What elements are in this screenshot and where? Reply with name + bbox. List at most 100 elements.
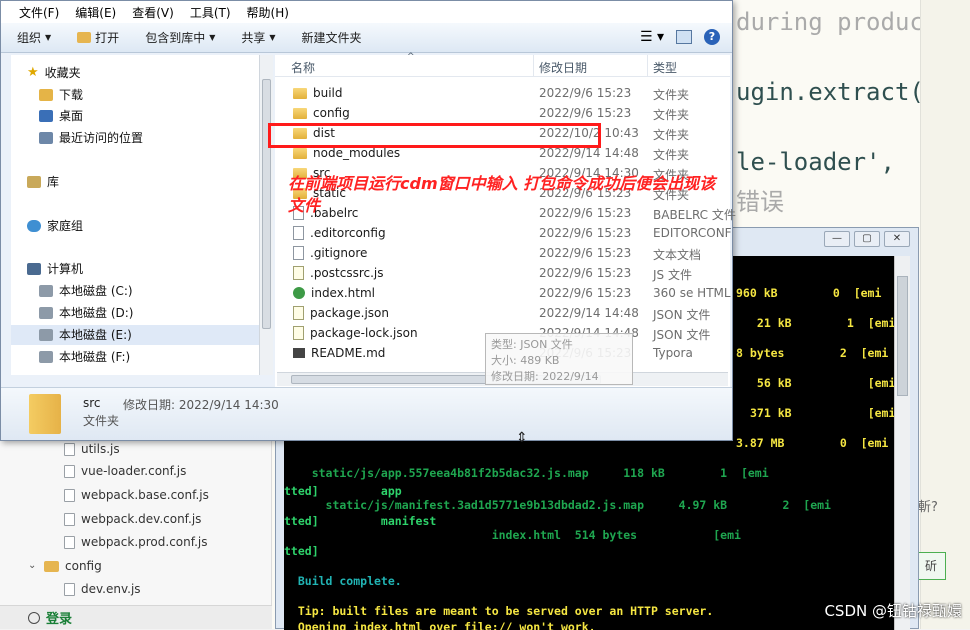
console-scrollbar[interactable]	[894, 256, 910, 630]
nav-favorites[interactable]: ★ 收藏夹	[27, 63, 81, 83]
file-row-package-json[interactable]: package.json 2022/9/14 14:48 JSON 文件	[275, 303, 730, 323]
console-line: 56 kB [emi	[750, 376, 896, 390]
share-button[interactable]: 共享 ▼	[241, 29, 275, 46]
organize-button[interactable]: 组织 ▼	[17, 29, 51, 46]
nav-downloads[interactable]: 下载	[39, 85, 83, 105]
code-line: ugin.extract(	[736, 78, 924, 106]
nav-scrollbar[interactable]	[259, 55, 273, 375]
nav-libraries[interactable]: 库	[27, 172, 59, 192]
console-line: 21 kB 1 [emi	[750, 316, 896, 330]
menu-file[interactable]: 文件(F)	[11, 4, 67, 21]
folder-icon	[44, 560, 59, 572]
file-icon	[293, 246, 304, 260]
console-line: 960 kB 0 [emi	[736, 286, 882, 300]
view-options-icon[interactable]: ☰ ▾	[640, 29, 664, 45]
column-date[interactable]: 修改日期	[539, 59, 587, 76]
dialog-fragment-button[interactable]: 斫	[916, 552, 946, 580]
column-divider[interactable]	[647, 55, 648, 77]
file-name: config	[293, 106, 350, 120]
code-line: during produc	[736, 8, 924, 36]
login-bar[interactable]: 登录	[0, 605, 272, 629]
file-name: README.md	[293, 346, 385, 360]
watermark: CSDN @钮钴禄甄嬛	[824, 602, 962, 620]
scrollbar-thumb[interactable]	[262, 79, 271, 329]
console-line: tted] manifest	[284, 514, 437, 528]
tree-file[interactable]: utils.js	[64, 438, 120, 460]
homegroup-icon	[27, 220, 41, 232]
file-type: JS 文件	[653, 268, 692, 282]
file-row-config[interactable]: config 2022/9/6 15:23 文件夹	[275, 103, 730, 123]
script-file-icon	[293, 266, 304, 280]
drive-icon	[39, 307, 53, 319]
file-icon	[64, 582, 75, 596]
console-line: 371 kB [emi	[750, 406, 896, 420]
window-controls: — ▢ ✕	[824, 231, 910, 247]
tree-file[interactable]: webpack.base.conf.js	[64, 484, 209, 506]
chevron-down-icon: ▼	[45, 33, 52, 42]
nav-drive-e[interactable]: 本地磁盘 (E:)	[11, 325, 259, 345]
minimize-button[interactable]: —	[824, 231, 850, 247]
maximize-button[interactable]: ▢	[854, 231, 880, 247]
open-button[interactable]: 打开	[77, 29, 119, 46]
file-row-build[interactable]: build 2022/9/6 15:23 文件夹	[275, 83, 730, 103]
html-file-icon	[293, 287, 305, 299]
file-explorer-window: 文件(F) 编辑(E) 查看(V) 工具(T) 帮助(H) 组织 ▼ 打开 包含到…	[0, 0, 736, 441]
include-library-button[interactable]: 包含到库中 ▼	[145, 29, 215, 46]
folder-icon	[293, 147, 307, 159]
editor-minimap[interactable]	[920, 0, 970, 629]
menu-tools[interactable]: 工具(T)	[182, 4, 239, 21]
chevron-down-icon: ▼	[269, 33, 276, 42]
close-button[interactable]: ✕	[884, 231, 910, 247]
nav-computer[interactable]: 计算机	[27, 259, 83, 279]
star-icon: ★	[27, 65, 39, 80]
dialog-fragment-text: 斬?	[918, 500, 938, 515]
code-line: le-loader',	[736, 148, 895, 176]
file-type: EDITORCONF	[653, 226, 732, 240]
help-icon[interactable]: ?	[704, 29, 720, 45]
file-type: JSON 文件	[653, 308, 711, 322]
tree-file[interactable]: dev.env.js	[64, 578, 141, 600]
console-line: tted]	[284, 544, 319, 558]
navigation-pane: ★ 收藏夹 下载 桌面 最近访问的位置 库 家庭组 计算机 本地磁盘 (C:) 本…	[11, 55, 259, 375]
menu-help[interactable]: 帮助(H)	[239, 4, 297, 21]
scrollbar-thumb[interactable]	[897, 276, 908, 396]
file-name: index.html	[293, 286, 375, 300]
markdown-file-icon	[293, 348, 305, 358]
nav-drive-d[interactable]: 本地磁盘 (D:)	[39, 303, 133, 323]
file-date: 2022/9/6 15:23	[539, 86, 632, 100]
file-icon	[64, 442, 75, 456]
resize-cursor-icon: ⇕	[516, 430, 528, 446]
file-date: 2022/9/6 15:23	[539, 226, 632, 240]
project-tree: utils.js vue-loader.conf.js webpack.base…	[0, 440, 272, 629]
file-row-editorconfig[interactable]: .editorconfig 2022/9/6 15:23 EDITORCONF	[275, 223, 732, 243]
nav-drive-f[interactable]: 本地磁盘 (F:)	[39, 347, 130, 367]
column-divider[interactable]	[533, 55, 534, 77]
console-line: static/js/manifest.3ad1d5771e9b13dbdad2.…	[284, 498, 831, 512]
console-line: tted] app	[284, 484, 402, 498]
nav-desktop[interactable]: 桌面	[39, 106, 83, 126]
nav-recent-places[interactable]: 最近访问的位置	[39, 128, 143, 148]
tree-file[interactable]: webpack.prod.conf.js	[64, 531, 208, 553]
desktop-icon	[39, 110, 53, 122]
nav-homegroup[interactable]: 家庭组	[27, 216, 83, 236]
computer-icon	[27, 263, 41, 275]
new-folder-button[interactable]: 新建文件夹	[302, 29, 362, 46]
file-row-gitignore[interactable]: .gitignore 2022/9/6 15:23 文本文档	[275, 243, 730, 263]
file-row-index-html[interactable]: index.html 2022/9/6 15:23 360 se HTML	[275, 283, 731, 303]
file-type: 文本文档	[653, 248, 702, 262]
file-row-postcssrc-js[interactable]: .postcssrc.js 2022/9/6 15:23 JS 文件	[275, 263, 730, 283]
column-type[interactable]: 类型	[653, 59, 677, 76]
file-icon	[64, 488, 75, 502]
tree-file[interactable]: vue-loader.conf.js	[64, 460, 186, 482]
nav-drive-c[interactable]: 本地磁盘 (C:)	[39, 281, 133, 301]
column-name[interactable]: 名称	[291, 59, 315, 76]
library-icon	[27, 176, 41, 188]
menu-view[interactable]: 查看(V)	[124, 4, 182, 21]
annotation-text: 在前端项目运行cdm窗口中输入 打包命令成功后便会出现该文件	[288, 174, 716, 215]
tree-file[interactable]: webpack.dev.conf.js	[64, 508, 201, 530]
menu-edit[interactable]: 编辑(E)	[67, 4, 124, 21]
tree-folder-config[interactable]: ⌄ config	[28, 555, 102, 577]
file-date: 2022/9/6 15:23	[539, 266, 632, 280]
preview-pane-icon[interactable]	[676, 30, 692, 44]
login-label: 登录	[46, 612, 73, 627]
